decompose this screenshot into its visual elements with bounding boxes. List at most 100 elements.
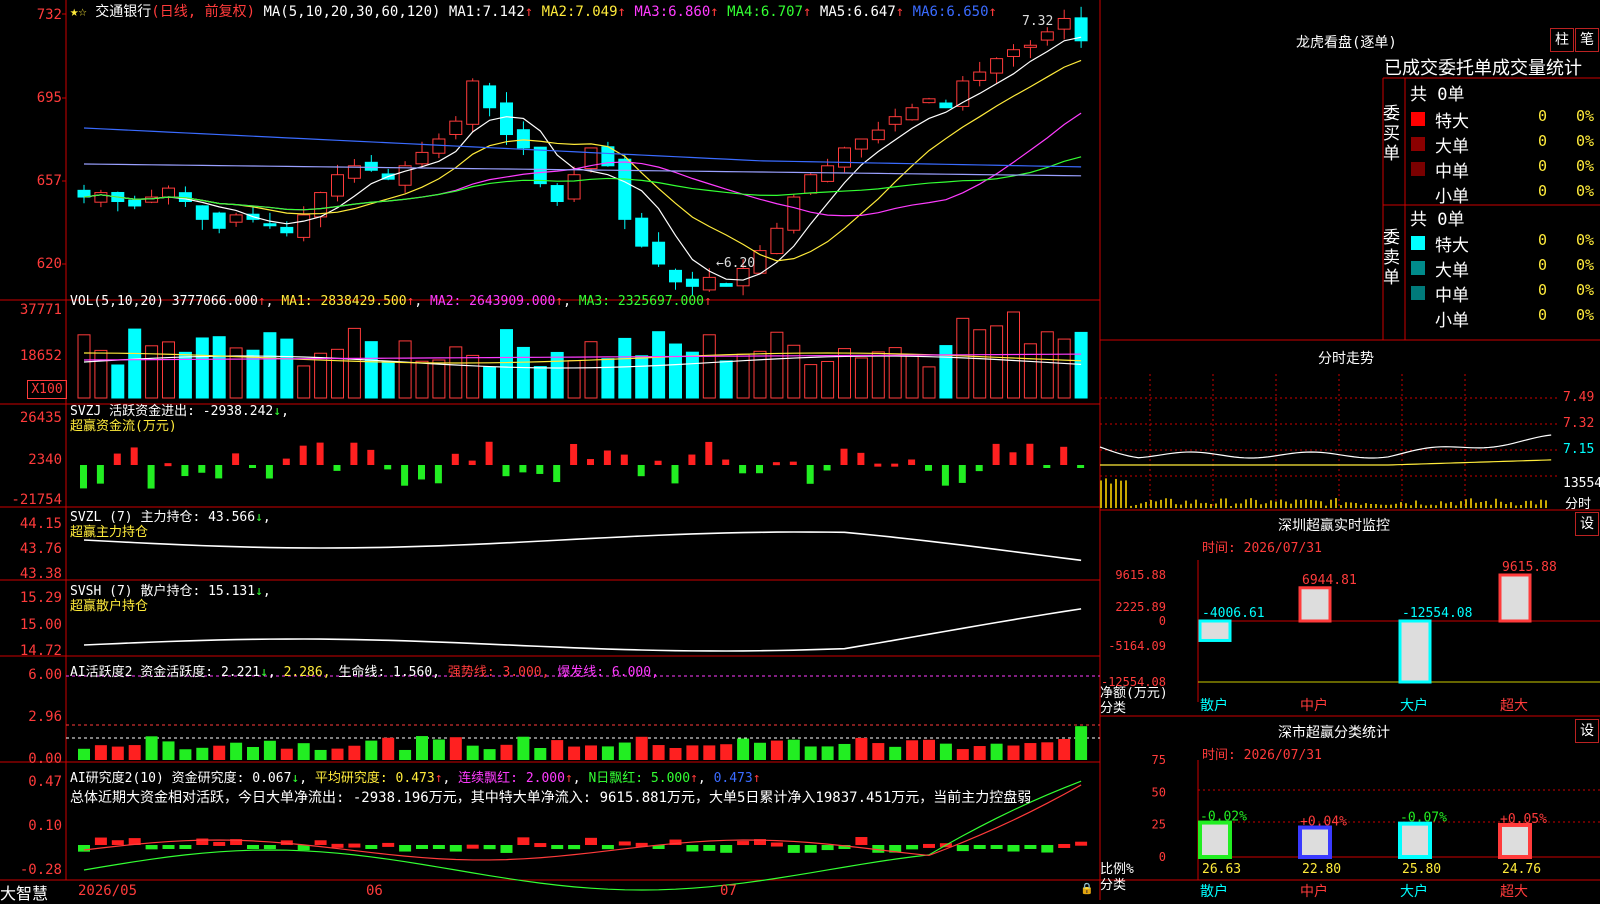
activity-bar: [618, 742, 631, 760]
fenshi-volume-bar: [1300, 499, 1302, 508]
candle-body: [888, 116, 902, 125]
fund-flow-bar: [96, 465, 104, 484]
stats-ytick: 25: [1152, 818, 1166, 832]
fund-flow-bar: [536, 465, 544, 474]
activity-bar: [855, 737, 868, 760]
fund-flow-bar: [891, 463, 899, 467]
candle-body: [939, 102, 953, 109]
fenshi-volume-bar: [1195, 499, 1197, 508]
candle-body: [871, 129, 885, 141]
fund-flow-bar: [198, 465, 206, 473]
lock-icon[interactable]: 🔒: [1080, 882, 1094, 895]
legend-swatch: [1411, 236, 1425, 250]
research-bar: [973, 845, 986, 849]
activity-bar: [1058, 738, 1071, 760]
star-icon[interactable]: ★☆: [70, 4, 87, 20]
volume-bar: [398, 340, 412, 399]
fund-flow-bar: [232, 453, 240, 465]
volume-bar: [635, 355, 649, 399]
fenshi-volume-bar: [1385, 504, 1387, 508]
high-price-label: 7.32: [1022, 14, 1054, 29]
research-bar: [737, 841, 750, 846]
volume-bar: [331, 348, 344, 399]
activity-bar: [213, 745, 226, 760]
fenshi-volume-bar: [1305, 499, 1307, 508]
tick-view-button[interactable]: 笔: [1575, 28, 1599, 52]
volume-bar: [770, 331, 784, 399]
ma5-line: [83, 36, 1082, 281]
fenshi-volume-bar: [1250, 498, 1252, 508]
research-bar: [331, 843, 344, 848]
svsh-title: SVSH (7) 散户持仓: 15.131↓, 超赢散户持仓: [70, 584, 271, 614]
fund-flow-bar: [215, 465, 223, 479]
svsh-line: [83, 608, 1082, 652]
activity-bar: [838, 743, 851, 760]
research-bar: [314, 840, 327, 845]
fund-flow-bar: [553, 465, 561, 483]
fenshi-volume-bar: [1230, 505, 1232, 508]
ma4-label: MA4:: [727, 4, 761, 20]
fenshi-volume-bar: [1525, 500, 1527, 508]
fenshi-volume-bar: [1260, 504, 1262, 508]
research-bar: [568, 845, 581, 850]
up-arrow-icon: ↑: [524, 4, 534, 20]
fenshi-volume-bar: [1150, 499, 1152, 508]
svsh-ytick: 14.72: [19, 643, 62, 659]
fenshi-volume-bar: [1460, 501, 1462, 508]
volume-bar: [212, 336, 226, 399]
monitor-bar: [1298, 586, 1332, 623]
svzj-sub: 超赢资金流(万元): [70, 419, 177, 434]
fund-flow-bar: [688, 454, 696, 465]
research-bar: [956, 845, 969, 852]
buy-total: 共 0单: [1410, 85, 1465, 105]
research-bar: [382, 842, 395, 847]
column-view-button[interactable]: 柱: [1550, 28, 1574, 52]
order-percent: 0%: [1576, 182, 1595, 200]
activity-bar: [889, 746, 902, 760]
period-mode[interactable]: (日线, 前复权): [151, 4, 255, 20]
fenshi-volume-bar: [1400, 502, 1402, 508]
candle-body: [331, 174, 344, 197]
fund-flow-bar: [147, 465, 155, 489]
fenshi-volume-bar: [1135, 504, 1137, 508]
svsh-label: SVSH (7) 散户持仓: 15.131: [70, 584, 256, 599]
candle-body: [973, 71, 987, 81]
svzl-ytick: 43.38: [19, 566, 62, 582]
research-bar: [804, 845, 817, 853]
monitor-settings-button[interactable]: 设: [1575, 512, 1599, 536]
svzj-ytick: 26435: [19, 410, 62, 426]
fenshi-volume-bar: [1295, 499, 1297, 508]
monitor-category: 中户: [1300, 697, 1328, 714]
fund-flow-bar: [637, 465, 645, 477]
buy-side-label: 委买单: [1383, 104, 1400, 164]
fund-flow-bar: [654, 460, 662, 465]
activity-bar: [128, 745, 141, 760]
vol-ma1: MA1: 2838429.500: [281, 294, 407, 309]
candle-body: [550, 185, 564, 202]
order-percent: 0%: [1576, 107, 1595, 125]
fenshi-volume-bar: [1545, 500, 1547, 508]
activity-bar: [551, 740, 564, 760]
fenshi-volume-bar: [1180, 504, 1182, 508]
fenshi-volume-bar: [1325, 505, 1327, 508]
activity-bar: [162, 741, 175, 760]
fund-flow-bar: [823, 465, 831, 471]
candle-body: [466, 80, 480, 125]
up-arrow-icon: ↑: [555, 294, 564, 309]
stats-value-label: 26.63: [1202, 862, 1241, 877]
activity-bar: [990, 743, 1003, 760]
vol-unit-button[interactable]: X100: [27, 380, 67, 399]
volume-bar: [922, 366, 936, 399]
research-bar: [145, 845, 158, 850]
stats-title: 深市超赢分类统计: [1278, 725, 1390, 741]
activity-bar: [939, 743, 952, 760]
volume-bar: [195, 337, 209, 399]
activity-bar: [669, 747, 682, 760]
fund-flow-bar: [130, 447, 138, 465]
activity-bar: [1041, 742, 1054, 760]
fenshi-title: 分时走势: [1318, 351, 1374, 367]
stock-name[interactable]: 交通银行: [95, 4, 151, 20]
stats-settings-button[interactable]: 设: [1575, 719, 1599, 743]
fund-flow-bar: [722, 459, 730, 465]
fenshi-volume-bar: [1225, 498, 1227, 508]
